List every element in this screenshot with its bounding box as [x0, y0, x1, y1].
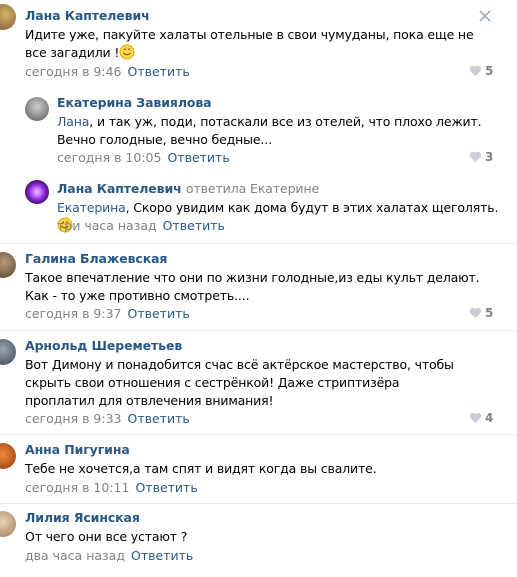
comment-date[interactable]: сегодня в 9:46	[25, 64, 122, 79]
separator	[0, 330, 517, 331]
comment-text: Вот Димону и понадобится счас всё актёрс…	[25, 357, 454, 408]
heart-icon	[469, 65, 482, 76]
comment-author[interactable]: Анна Пигугина	[25, 442, 130, 457]
comment-author[interactable]: Лилия Ясинская	[25, 510, 140, 525]
comment-meta: сегодня в 9:37 Ответить	[25, 306, 190, 321]
comment-meta: сегодня в 10:11 Ответить	[25, 480, 198, 495]
comment-author[interactable]: Галина Блажевская	[25, 251, 167, 266]
like-button[interactable]: 5	[469, 64, 493, 78]
comment-meta: сегодня в 9:46 Ответить	[25, 64, 190, 79]
reply-button[interactable]: Ответить	[128, 64, 190, 79]
comment-author-link[interactable]: Лана Каптелевич	[57, 181, 182, 196]
avatar[interactable]	[25, 180, 49, 204]
comment-date[interactable]: три часа назад	[57, 218, 157, 233]
separator	[0, 243, 517, 244]
comment-date[interactable]: сегодня в 10:05	[57, 150, 161, 165]
reply-button[interactable]: Ответить	[167, 150, 229, 165]
separator	[0, 434, 517, 435]
avatar[interactable]	[25, 97, 49, 121]
comment-text-body: Идите уже, пакуйте халаты отельные в сво…	[25, 27, 474, 60]
comment-meta: два часа назад Ответить	[25, 548, 193, 563]
like-count: 3	[485, 150, 494, 164]
smile-emoji-icon	[119, 44, 135, 60]
close-icon[interactable]	[479, 10, 491, 22]
comment-author[interactable]: Арнольд Шереметьев	[25, 338, 182, 353]
like-button[interactable]: 3	[469, 150, 493, 164]
avatar[interactable]	[0, 4, 16, 30]
heart-icon	[469, 412, 482, 423]
comment-text: Идите уже, пакуйте халаты отельные в сво…	[25, 26, 475, 62]
like-button[interactable]: 5	[469, 306, 493, 320]
comment-text-body: , Скоро увидим как дома будут в этих хал…	[125, 200, 499, 215]
comment-text: От чего они все устают ?	[25, 529, 188, 544]
reply-button[interactable]: Ответить	[135, 480, 197, 495]
comment-date[interactable]: два часа назад	[25, 548, 125, 563]
comment-text: Тебе не хочется,а там спят и видят когда…	[25, 461, 377, 476]
like-count: 5	[485, 306, 494, 320]
comment-author[interactable]: Лана Каптелевич	[25, 8, 150, 23]
avatar[interactable]	[0, 443, 16, 469]
comment-text: Такое впечатление что они по жизни голод…	[25, 270, 480, 303]
comment-date[interactable]: сегодня в 9:33	[25, 411, 122, 426]
comment-date[interactable]: сегодня в 10:11	[25, 480, 129, 495]
avatar[interactable]	[0, 511, 16, 537]
like-count: 5	[485, 64, 494, 78]
like-count: 4	[485, 411, 494, 425]
separator	[0, 503, 517, 504]
reply-button[interactable]: Ответить	[128, 411, 190, 426]
reply-button[interactable]: Ответить	[131, 548, 193, 563]
comment-date[interactable]: сегодня в 9:37	[25, 306, 122, 321]
heart-icon	[469, 307, 482, 318]
comment-meta: сегодня в 10:05 Ответить	[57, 150, 230, 165]
reply-button[interactable]: Ответить	[163, 218, 225, 233]
comment-author[interactable]: Екатерина Завиялова	[57, 95, 212, 110]
mention-link[interactable]: Екатерина	[57, 200, 126, 215]
comment-text: Лана, и так уж, поди, потаскали все из о…	[57, 113, 502, 149]
comment-meta: сегодня в 9:33 Ответить	[25, 411, 190, 426]
like-button[interactable]: 4	[469, 411, 493, 425]
replied-to[interactable]: ответила Екатерине	[186, 181, 319, 196]
heart-icon	[469, 151, 482, 162]
mention-link[interactable]: Лана	[57, 114, 89, 129]
comment-meta: три часа назад Ответить	[57, 218, 225, 233]
comment-text-body: , и так уж, поди, потаскали все из отеле…	[57, 114, 482, 147]
reply-button[interactable]: Ответить	[128, 306, 190, 321]
avatar[interactable]	[0, 252, 16, 278]
avatar[interactable]	[0, 339, 16, 365]
comment-author: Лана Каптелевич ответила Екатерине	[57, 181, 319, 196]
